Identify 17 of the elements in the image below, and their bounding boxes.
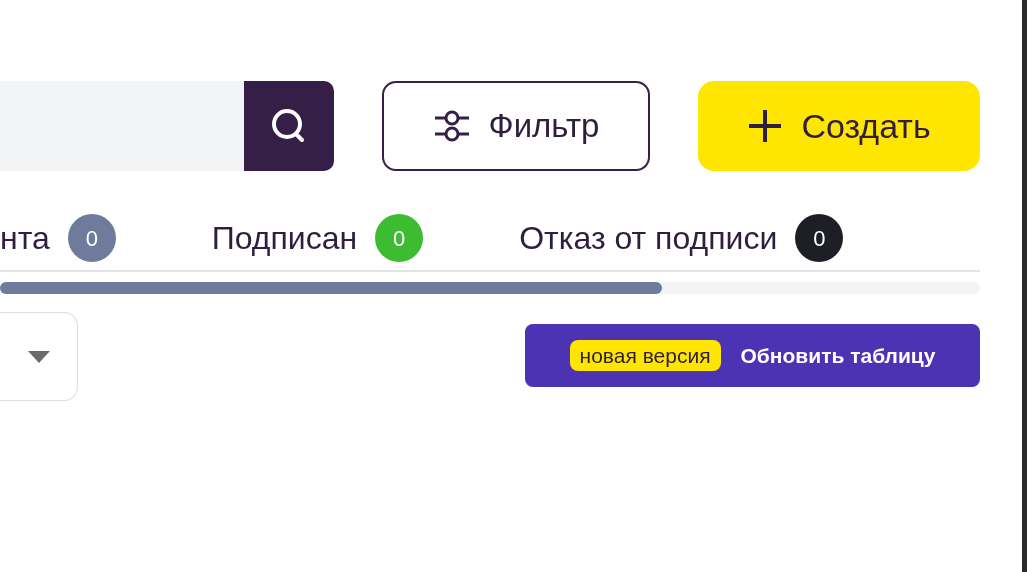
- sliders-icon: [432, 108, 471, 144]
- create-button[interactable]: Создать: [698, 81, 980, 171]
- plus-icon: [747, 108, 784, 144]
- status-tab[interactable]: Подписан: [211, 214, 358, 262]
- update-table-button[interactable]: новая версия Обновить таблицу: [525, 324, 980, 387]
- count-badge: 0: [67, 214, 116, 262]
- filter-button[interactable]: Фильтр: [382, 81, 650, 171]
- scrollbar-thumb[interactable]: [0, 282, 662, 294]
- count-badge: 0: [375, 214, 424, 262]
- horizontal-scrollbar[interactable]: [0, 282, 980, 294]
- status-tab[interactable]: нта: [0, 214, 50, 262]
- caret-icon: [27, 350, 50, 363]
- count-badge: 0: [795, 214, 844, 262]
- search-button[interactable]: [244, 81, 334, 171]
- new-version-badge: новая версия: [569, 339, 721, 372]
- search-field[interactable]: [0, 81, 334, 171]
- status-tab[interactable]: Отказ от подписи: [519, 214, 778, 262]
